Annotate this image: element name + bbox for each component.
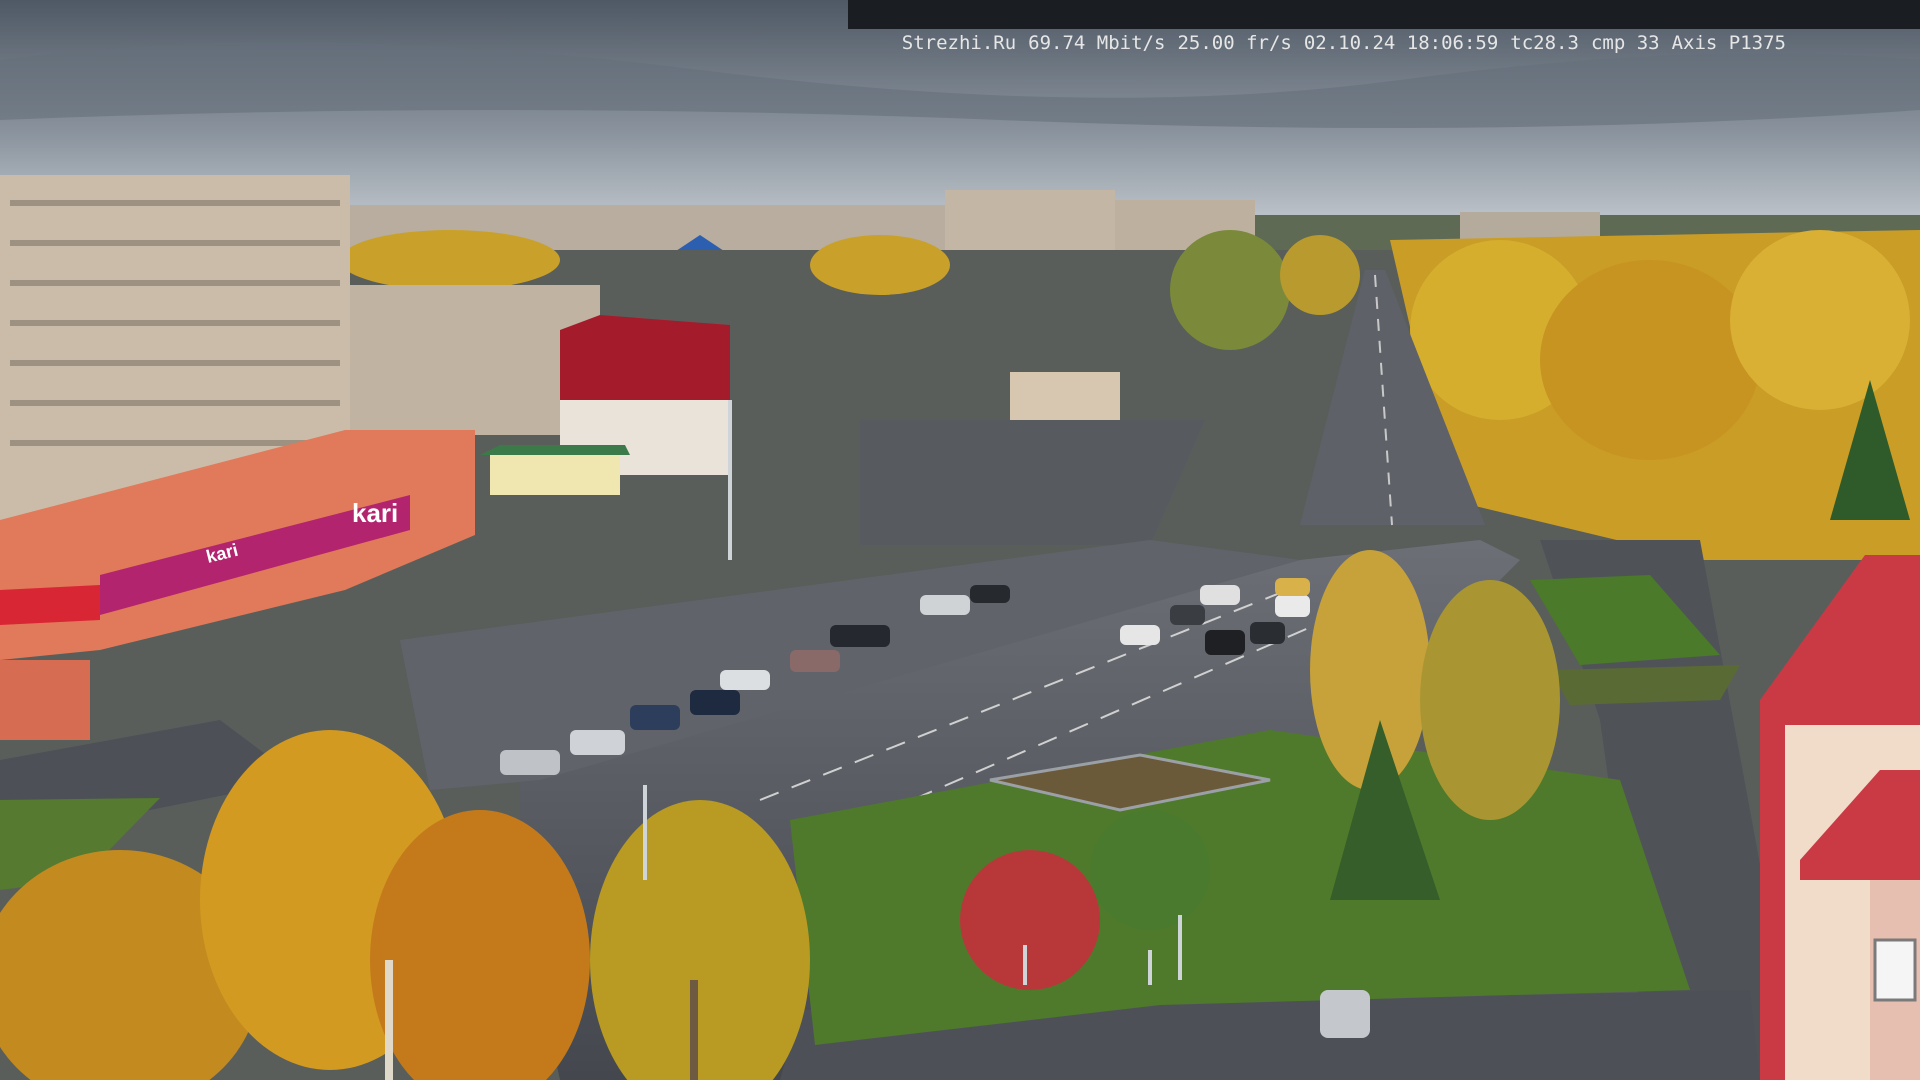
overlay-tc: tc28.3 <box>1510 32 1579 54</box>
overlay-site: Strezhi.Ru <box>901 32 1017 54</box>
parking-lot <box>860 420 1205 545</box>
overlay-cmp: cmp 33 <box>1590 32 1660 54</box>
overlay-bitrate: 69.74 Mbit/s <box>1028 32 1166 54</box>
street-scene: kari kari <box>0 0 1920 1080</box>
brand-sign-main: kari <box>352 498 398 528</box>
overlay-framerate: 25.00 fr/s <box>1177 32 1292 54</box>
webcam-frame: kari kari Strezhi.Ru 69.74 Mbit/s 25.00 … <box>0 0 1920 1080</box>
overlay-datetime: 02.10.24 18:06:59 <box>1303 32 1499 54</box>
overlay-camera-model: Axis P1375 <box>1671 32 1786 54</box>
small-shop <box>490 450 620 495</box>
camera-info-overlay: Strezhi.Ru 69.74 Mbit/s 25.00 fr/s 02.10.24… <box>848 0 1920 54</box>
low-building <box>1010 372 1120 420</box>
